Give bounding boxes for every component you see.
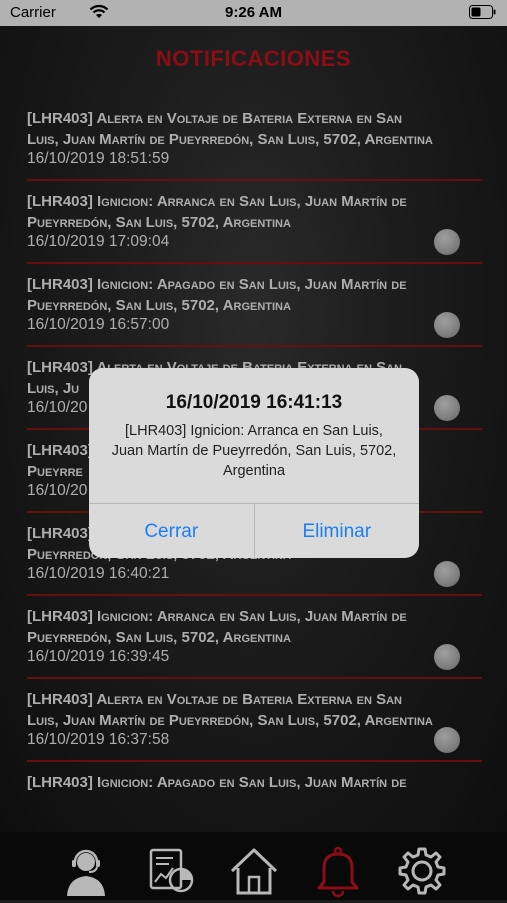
close-button[interactable]: Cerrar	[89, 504, 254, 558]
alert-title: 16/10/2019 16:41:13	[165, 392, 343, 413]
alert-actions: Cerrar Eliminar	[89, 503, 419, 558]
notification-alert-dialog: 16/10/2019 16:41:13 [LHR403] Ignicion: A…	[89, 368, 419, 558]
delete-button[interactable]: Eliminar	[253, 504, 420, 558]
alert-message: [LHR403] Ignicion: Arranca en San Luis, …	[111, 423, 397, 479]
